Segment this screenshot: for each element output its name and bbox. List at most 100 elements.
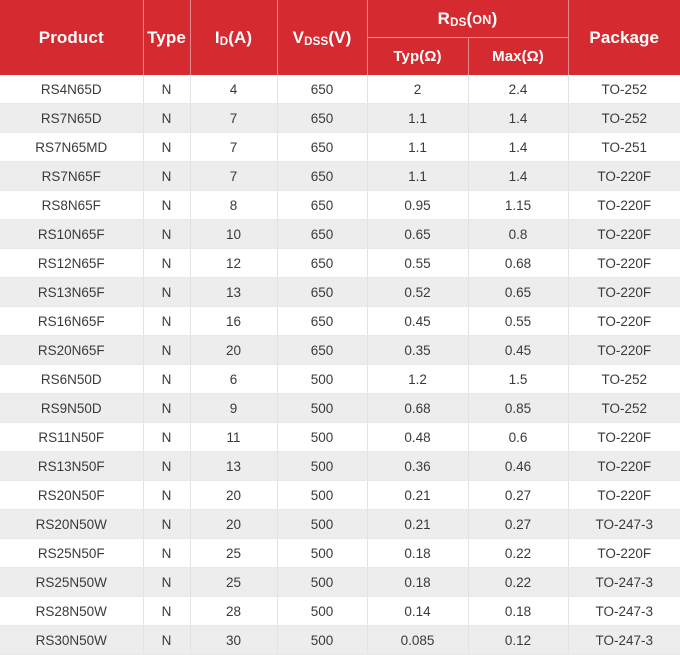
cell-vdss: 650: [277, 104, 367, 133]
table-row: RS7N65DN76501.11.4TO-252: [0, 104, 680, 133]
rds-paren-close: ): [492, 9, 498, 28]
cell-type: N: [143, 394, 190, 423]
cell-product: RS30N50W: [0, 626, 143, 655]
cell-typ: 0.48: [367, 423, 468, 452]
cell-type: N: [143, 539, 190, 568]
cell-vdss: 500: [277, 481, 367, 510]
cell-typ: 1.1: [367, 133, 468, 162]
column-header-vdss: VDSS(V): [277, 0, 367, 75]
cell-package: TO-220F: [568, 452, 680, 481]
cell-type: N: [143, 104, 190, 133]
cell-product: RS4N65D: [0, 75, 143, 104]
cell-max: 0.22: [468, 568, 568, 597]
cell-typ: 0.21: [367, 510, 468, 539]
cell-type: N: [143, 307, 190, 336]
cell-typ: 1.1: [367, 104, 468, 133]
cell-type: N: [143, 133, 190, 162]
cell-max: 0.45: [468, 336, 568, 365]
cell-typ: 0.52: [367, 278, 468, 307]
cell-vdss: 500: [277, 597, 367, 626]
cell-package: TO-220F: [568, 423, 680, 452]
cell-id: 20: [190, 336, 277, 365]
rds-symbol: R: [438, 9, 450, 28]
cell-vdss: 650: [277, 278, 367, 307]
cell-vdss: 500: [277, 394, 367, 423]
cell-max: 0.27: [468, 481, 568, 510]
cell-id: 20: [190, 510, 277, 539]
cell-id: 25: [190, 539, 277, 568]
rds-on-label: ON: [472, 13, 491, 27]
cell-typ: 0.45: [367, 307, 468, 336]
cell-package: TO-247-3: [568, 510, 680, 539]
cell-id: 12: [190, 249, 277, 278]
vdss-subscript: DSS: [304, 36, 328, 48]
cell-package: TO-252: [568, 75, 680, 104]
id-unit: (A): [228, 28, 252, 47]
cell-typ: 0.085: [367, 626, 468, 655]
cell-max: 0.27: [468, 510, 568, 539]
cell-package: TO-251: [568, 133, 680, 162]
cell-type: N: [143, 481, 190, 510]
cell-type: N: [143, 365, 190, 394]
cell-product: RS20N50F: [0, 481, 143, 510]
cell-type: N: [143, 336, 190, 365]
cell-typ: 0.35: [367, 336, 468, 365]
cell-package: TO-220F: [568, 481, 680, 510]
cell-product: RS7N65MD: [0, 133, 143, 162]
cell-product: RS20N65F: [0, 336, 143, 365]
cell-package: TO-247-3: [568, 597, 680, 626]
cell-max: 1.4: [468, 104, 568, 133]
cell-max: 0.65: [468, 278, 568, 307]
cell-max: 0.6: [468, 423, 568, 452]
cell-product: RS20N50W: [0, 510, 143, 539]
cell-max: 0.68: [468, 249, 568, 278]
cell-max: 0.8: [468, 220, 568, 249]
cell-type: N: [143, 75, 190, 104]
cell-package: TO-220F: [568, 336, 680, 365]
cell-product: RS12N65F: [0, 249, 143, 278]
cell-id: 7: [190, 133, 277, 162]
table-row: RS30N50WN305000.0850.12TO-247-3: [0, 626, 680, 655]
cell-package: TO-220F: [568, 539, 680, 568]
cell-package: TO-220F: [568, 278, 680, 307]
product-spec-table: Product Type ID(A) VDSS(V) RDS(ON) Packa…: [0, 0, 680, 655]
cell-max: 1.4: [468, 162, 568, 191]
cell-vdss: 650: [277, 133, 367, 162]
table-row: RS16N65FN166500.450.55TO-220F: [0, 307, 680, 336]
cell-product: RS13N50F: [0, 452, 143, 481]
table-row: RS7N65FN76501.11.4TO-220F: [0, 162, 680, 191]
cell-vdss: 650: [277, 249, 367, 278]
cell-type: N: [143, 191, 190, 220]
cell-id: 20: [190, 481, 277, 510]
table-row: RS25N50WN255000.180.22TO-247-3: [0, 568, 680, 597]
cell-product: RS25N50W: [0, 568, 143, 597]
cell-type: N: [143, 597, 190, 626]
cell-typ: 0.95: [367, 191, 468, 220]
cell-id: 10: [190, 220, 277, 249]
cell-typ: 0.18: [367, 568, 468, 597]
cell-package: TO-220F: [568, 220, 680, 249]
cell-package: TO-220F: [568, 307, 680, 336]
cell-package: TO-220F: [568, 191, 680, 220]
cell-type: N: [143, 452, 190, 481]
cell-id: 8: [190, 191, 277, 220]
cell-vdss: 500: [277, 423, 367, 452]
cell-max: 0.22: [468, 539, 568, 568]
column-header-typ: Typ(Ω): [367, 38, 468, 76]
cell-max: 0.85: [468, 394, 568, 423]
cell-vdss: 500: [277, 539, 367, 568]
cell-type: N: [143, 220, 190, 249]
cell-package: TO-220F: [568, 249, 680, 278]
cell-typ: 0.36: [367, 452, 468, 481]
table-row: RS13N50FN135000.360.46TO-220F: [0, 452, 680, 481]
cell-max: 0.55: [468, 307, 568, 336]
cell-vdss: 650: [277, 307, 367, 336]
cell-id: 13: [190, 278, 277, 307]
cell-typ: 0.18: [367, 539, 468, 568]
cell-product: RS10N65F: [0, 220, 143, 249]
cell-vdss: 500: [277, 510, 367, 539]
cell-vdss: 650: [277, 191, 367, 220]
column-header-rds-on: RDS(ON): [367, 0, 568, 38]
cell-product: RS8N65F: [0, 191, 143, 220]
cell-product: RS25N50F: [0, 539, 143, 568]
